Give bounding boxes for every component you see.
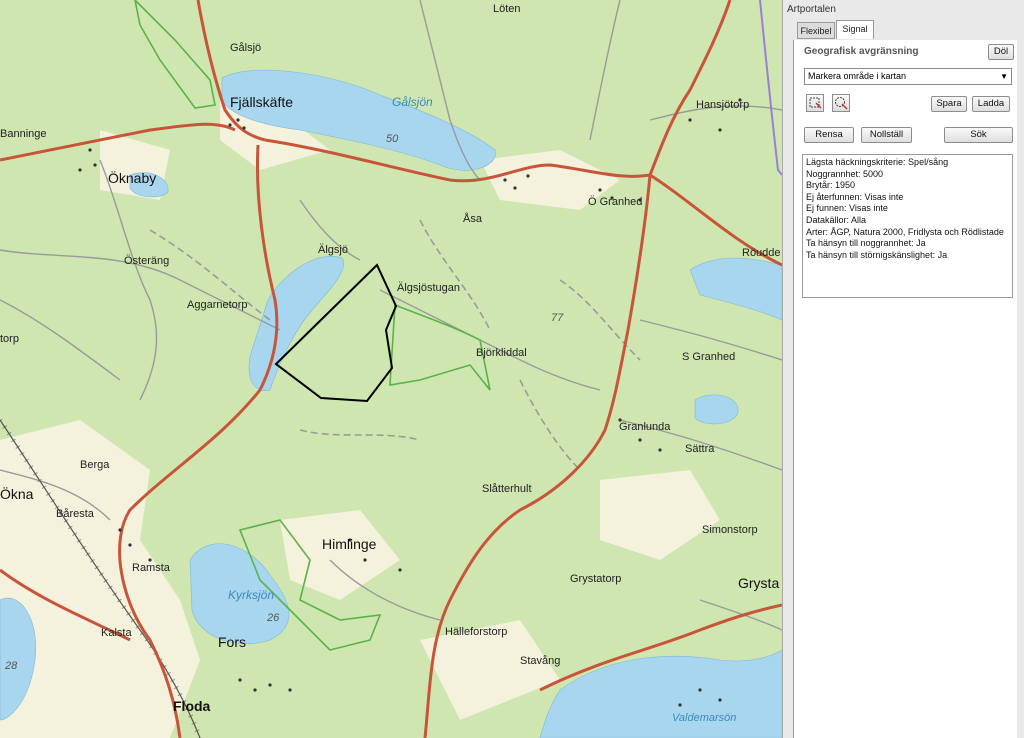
map-label: S Granhed: [682, 351, 736, 363]
tab-flexibel[interactable]: Flexibel: [797, 22, 835, 39]
map-label: Fjällskäfte: [230, 94, 294, 110]
map-label: 50: [386, 133, 399, 145]
criteria-line: Ej funnen: Visas inte: [806, 203, 888, 214]
map-label: Banninge: [0, 128, 47, 140]
map-label: Älgsjö: [318, 244, 348, 256]
map-label: Simonstorp: [702, 524, 758, 536]
map-label: Valdemarsön: [672, 712, 737, 724]
criteria-summary: Lägsta häckningskriterie: Spel/sång Nogg…: [802, 154, 1013, 298]
criteria-line: Noggrannhet: 5000: [806, 168, 884, 179]
area-mode-select[interactable]: Markera område i kartan ▼: [804, 68, 1012, 85]
map-label: Björkliddal: [476, 347, 527, 359]
criteria-line: Ta hänsyn till noggrannhet: Ja: [806, 238, 926, 249]
map-label: Stavång: [520, 655, 561, 667]
map-label: Hansjötorp: [696, 99, 750, 111]
map-label: 26: [267, 612, 280, 624]
map-label: Himlinge: [322, 536, 377, 552]
criteria-line: Brytår: 1950: [806, 180, 856, 191]
reset-button[interactable]: Nollställ: [861, 127, 912, 143]
save-button[interactable]: Spara: [931, 96, 967, 112]
draw-area-icon[interactable]: [806, 94, 824, 112]
map-label: Gålsjön: [392, 95, 433, 109]
criteria-line: Lägsta häckningskriterie: Spel/sång: [806, 157, 949, 167]
map-label: Grystatorp: [570, 573, 622, 585]
map-label: Löten: [493, 3, 521, 15]
area-mode-select-value: Markera område i kartan: [808, 71, 907, 81]
search-button[interactable]: Sök: [944, 127, 1013, 143]
map-label: Aggarnetorp: [187, 299, 248, 311]
select-area-icon[interactable]: [832, 94, 850, 112]
map-label: Floda: [173, 698, 211, 714]
section-title: Geografisk avgränsning: [804, 46, 919, 57]
signal-tab-content: Geografisk avgränsning Döl Markera områd…: [793, 40, 1017, 738]
map-label: Granlunda: [619, 421, 671, 433]
criteria-line: Arter: ÅGP, Natura 2000, Fridlysta och R…: [806, 226, 1004, 237]
map-label: Berga: [80, 459, 110, 471]
map-label: Grysta: [738, 575, 780, 591]
map-label: Sättra: [685, 443, 715, 455]
hide-button[interactable]: Döl: [988, 44, 1014, 60]
map-label: Öknaby: [108, 170, 157, 186]
panel-title: Artportalen: [787, 4, 836, 15]
map-label: Gålsjö: [230, 42, 262, 54]
map-label: Älgsjöstugan: [397, 282, 460, 294]
map-label: Fors: [218, 634, 246, 650]
clear-button[interactable]: Rensa: [804, 127, 854, 143]
map-label: torp: [0, 333, 19, 345]
minor-roads: [149, 219, 641, 471]
map-label: Kyrksjön: [228, 588, 275, 602]
map-label: 77: [551, 312, 564, 324]
load-button[interactable]: Ladda: [972, 96, 1010, 112]
criteria-line: Ta hänsyn till störnigskänslighet: Ja: [806, 249, 948, 260]
map-label: Röudde: [742, 247, 781, 259]
criteria-line: Ej återfunnen: Visas inte: [806, 191, 904, 202]
map-label: Ökna: [0, 486, 34, 502]
map-label: Hälleforstorp: [445, 626, 508, 638]
map-label: Slåtterhult: [482, 483, 532, 495]
tab-signal[interactable]: Signal: [836, 20, 874, 39]
artportalen-panel: Artportalen Flexibel Signal Geografisk a…: [782, 0, 1024, 738]
map-label: Kalsta: [101, 627, 132, 639]
criteria-line: Datakällor: Alla: [806, 214, 867, 225]
map-label: 28: [5, 660, 18, 672]
map-view[interactable]: Löten Gålsjö Fjällskäfte Gålsjön Hansjöt…: [0, 0, 782, 738]
map-label: Båresta: [56, 508, 94, 520]
map-label: Åsa: [463, 213, 482, 225]
map-label: Ramsta: [132, 562, 170, 574]
chevron-down-icon: ▼: [1000, 72, 1008, 81]
boundary-line: [759, 0, 782, 176]
map-label: Österäng: [124, 255, 170, 267]
map-label: Ö Granhed: [588, 196, 643, 208]
